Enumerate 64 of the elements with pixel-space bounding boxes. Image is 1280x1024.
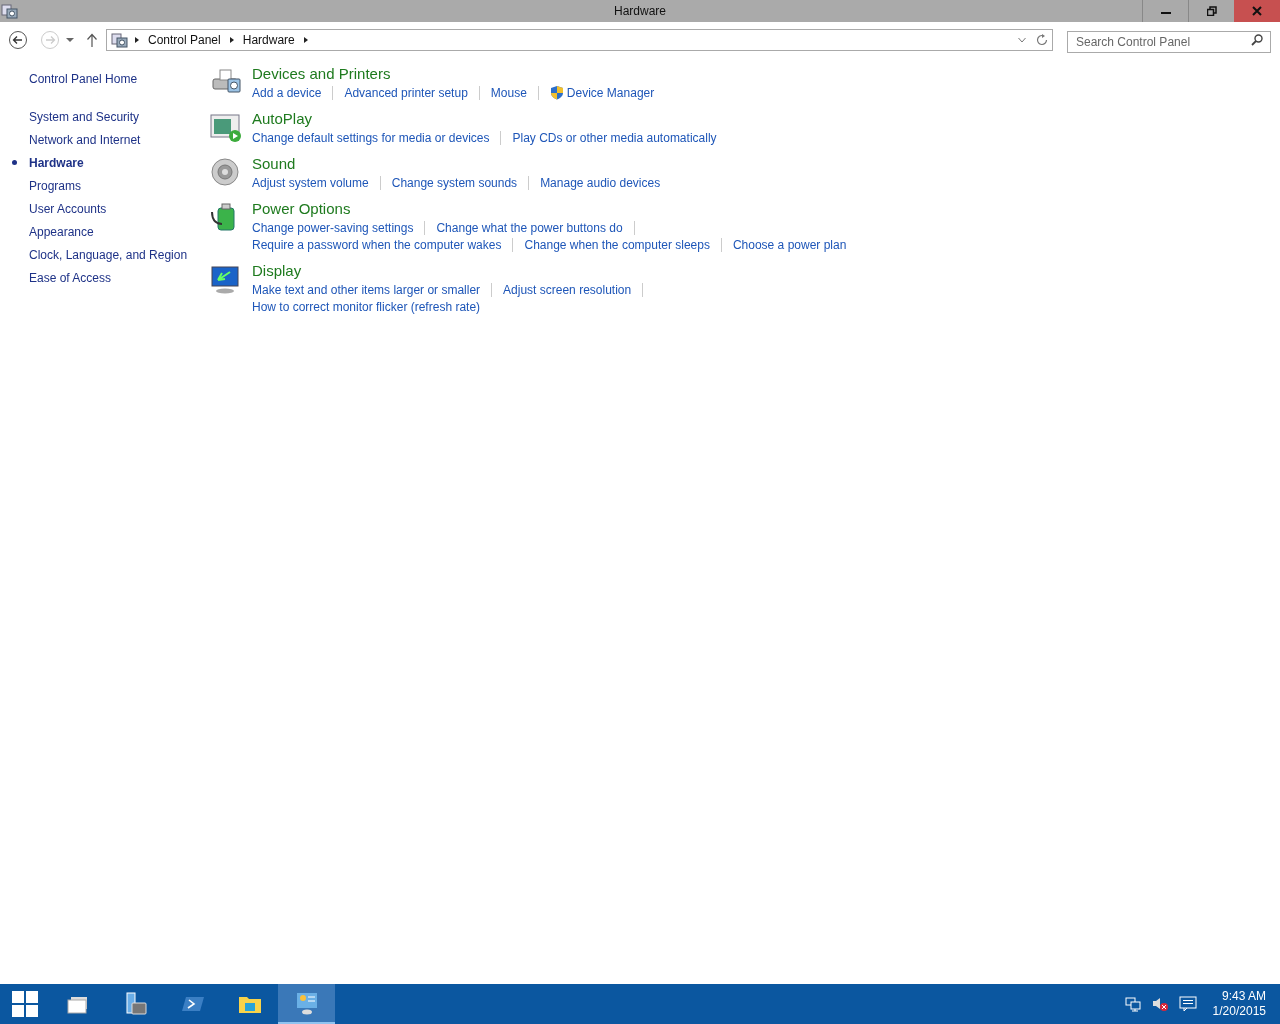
task-link[interactable]: Change when the computer sleeps: [524, 235, 710, 254]
autoplay-icon[interactable]: [210, 112, 242, 144]
sidebar-link[interactable]: System and Security: [29, 107, 140, 126]
server-briefcase-icon: [123, 992, 148, 1016]
search-field[interactable]: Search Control Panel: [1067, 31, 1271, 53]
clock-time: 9:43 AM: [1221, 989, 1266, 1004]
task-link[interactable]: Require a password when the computer wakes: [252, 235, 502, 254]
task-link[interactable]: Add a device: [252, 83, 322, 102]
clock[interactable]: 9:43 AM 1/20/2015: [1212, 989, 1266, 1019]
task-link[interactable]: Choose a power plan: [732, 235, 847, 254]
sidebar-link[interactable]: Ease of Access: [29, 268, 112, 287]
task-link[interactable]: Manage audio devices: [540, 173, 661, 192]
sidebar-link[interactable]: Hardware: [29, 153, 84, 172]
task-link[interactable]: Adjust screen resolution: [503, 280, 632, 299]
refresh-icon[interactable]: [1036, 34, 1048, 46]
task-link[interactable]: Change power-saving settings: [252, 218, 414, 237]
clock-date: 1/20/2015: [1212, 1004, 1266, 1019]
breadcrumb-arrow-icon[interactable]: [302, 36, 309, 44]
task-link[interactable]: Mouse: [490, 83, 527, 102]
task-link[interactable]: Play CDs or other media automatically: [512, 128, 717, 147]
task-link[interactable]: Change system sounds: [391, 173, 518, 192]
dropdown-icon[interactable]: [66, 37, 74, 43]
breadcrumb[interactable]: Control Panel: [148, 31, 221, 49]
breadcrumb[interactable]: Hardware: [242, 31, 295, 49]
control-panel-icon: [294, 991, 319, 1015]
category-link[interactable]: Sound: [252, 154, 296, 174]
category-link[interactable]: Power Options: [252, 199, 351, 219]
sidebar-link[interactable]: Network and Internet: [29, 130, 141, 149]
back-icon[interactable]: [8, 30, 28, 50]
task-link[interactable]: Device Manager: [566, 83, 655, 102]
bullet-icon: [12, 160, 17, 165]
task-link[interactable]: Adjust system volume: [252, 173, 369, 192]
windows-logo-icon: [12, 991, 38, 1017]
restore-icon: [1206, 6, 1217, 16]
task-link[interactable]: Make text and other items larger or smaller: [252, 280, 481, 299]
notification-icon[interactable]: [1178, 996, 1197, 1012]
sidebar-link[interactable]: Control Panel Home: [29, 70, 138, 88]
sidebar-link[interactable]: Clock, Language, and Region: [29, 245, 188, 264]
taskbar-button[interactable]: [278, 984, 335, 1024]
task-link[interactable]: Change what the power buttons do: [436, 218, 623, 237]
category-link[interactable]: Display: [252, 261, 302, 281]
window-title: Hardware: [614, 3, 666, 20]
task-link[interactable]: How to correct monitor flicker (refresh rate): [252, 297, 481, 316]
close-icon: [1252, 6, 1262, 16]
speaker-icon[interactable]: [210, 157, 242, 189]
monitor-icon[interactable]: [210, 264, 242, 296]
speaker-muted-icon[interactable]: [1150, 996, 1169, 1012]
category-link[interactable]: AutoPlay: [252, 109, 313, 129]
dropdown-icon[interactable]: [1018, 37, 1026, 43]
breadcrumb-arrow-icon[interactable]: [134, 36, 140, 44]
up-arrow-icon[interactable]: [86, 33, 98, 47]
control-panel-icon: [1, 2, 18, 20]
address-bar[interactable]: Control Panel Hardware: [106, 29, 1053, 51]
category-link[interactable]: Devices and Printers: [252, 64, 391, 84]
sidebar-link[interactable]: Programs: [29, 176, 81, 195]
task-link[interactable]: Advanced printer setup: [344, 83, 468, 102]
sidebar-link[interactable]: Appearance: [29, 222, 94, 241]
breadcrumb-arrow-icon[interactable]: [228, 36, 235, 44]
sidebar-link[interactable]: User Accounts: [29, 199, 107, 218]
network-icon[interactable]: [1124, 996, 1141, 1012]
control-panel-icon: [111, 31, 128, 49]
search-icon[interactable]: [1251, 34, 1263, 46]
close-button[interactable]: [1234, 0, 1280, 22]
task-link[interactable]: Change default settings for media or devices: [252, 128, 490, 147]
